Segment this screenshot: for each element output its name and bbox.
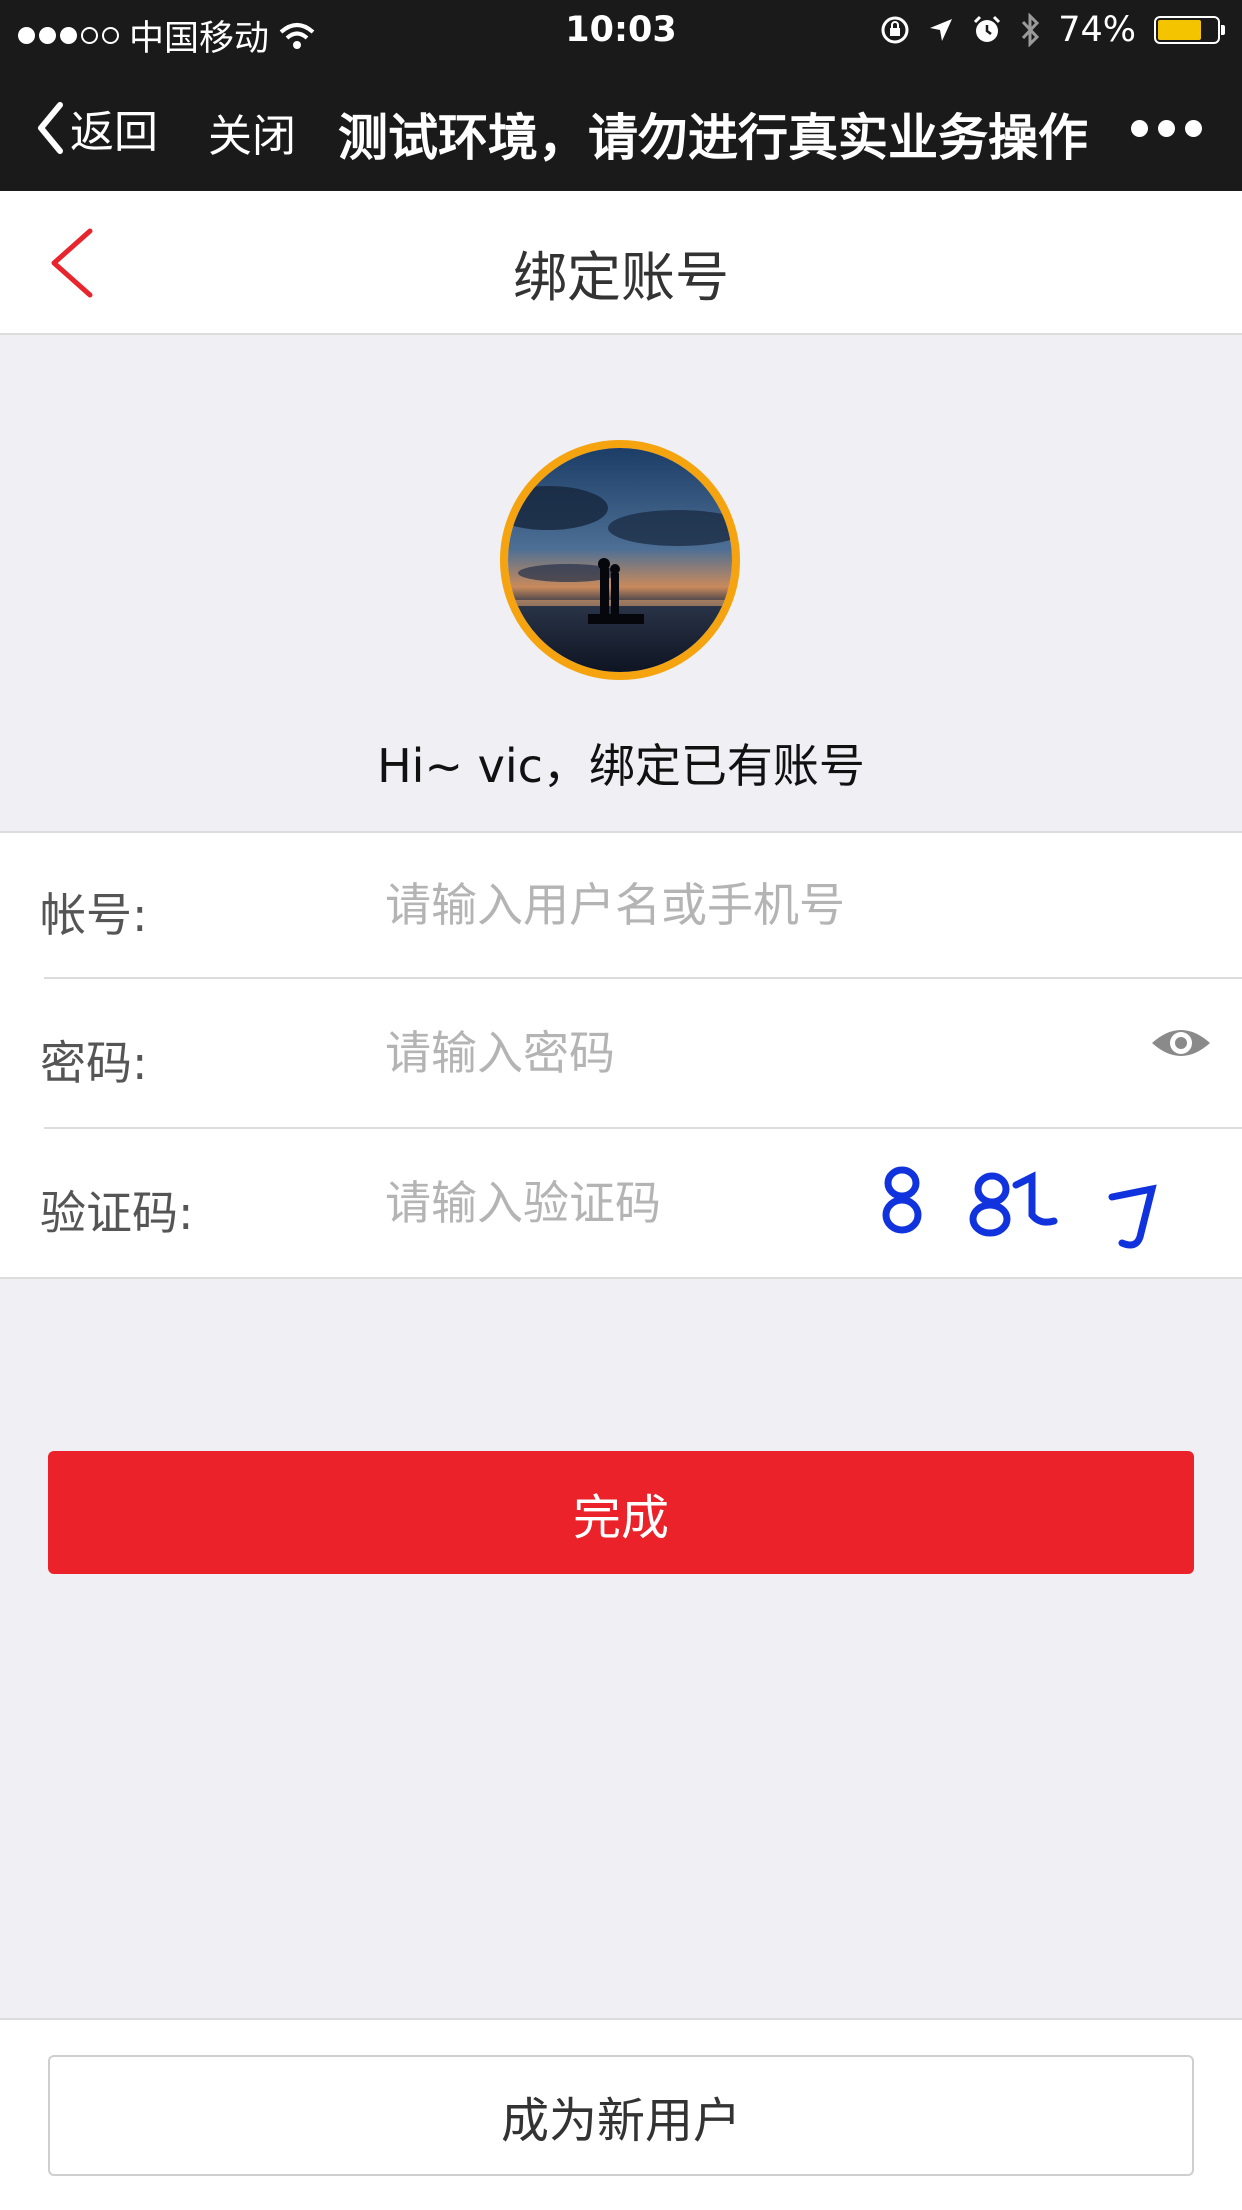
captcha-input[interactable] bbox=[385, 1167, 825, 1239]
captcha-row: 验证码: bbox=[0, 1131, 1242, 1277]
wechat-nav-bar: 返回 关闭 测试环境，请勿进行真实业务操作 bbox=[0, 62, 1242, 191]
location-icon bbox=[930, 19, 953, 41]
become-new-user-button[interactable]: 成为新用户 bbox=[48, 2055, 1194, 2176]
password-input[interactable] bbox=[385, 1017, 845, 1089]
password-label: 密码: bbox=[40, 1036, 148, 1090]
alarm-icon bbox=[974, 15, 1001, 42]
bind-account-form: 帐号: 密码: 验证码: bbox=[0, 831, 1242, 1279]
avatar-image bbox=[508, 448, 732, 672]
account-input[interactable] bbox=[385, 869, 1185, 941]
status-bar: 中国移动 10:03 74% bbox=[0, 0, 1242, 62]
account-label: 帐号: bbox=[40, 888, 148, 942]
back-button[interactable]: 返回 bbox=[36, 96, 158, 160]
more-dots-icon[interactable] bbox=[1131, 120, 1202, 137]
captcha-label: 验证码: bbox=[40, 1186, 194, 1240]
back-label: 返回 bbox=[70, 107, 158, 158]
page-header: 绑定账号 bbox=[0, 191, 1242, 335]
page-title: 绑定账号 bbox=[513, 246, 729, 309]
greeting-text: Hi~ vic，绑定已有账号 bbox=[377, 739, 865, 793]
done-button[interactable]: 完成 bbox=[48, 1451, 1194, 1574]
status-right: 74% bbox=[880, 10, 1225, 50]
chevron-left-icon bbox=[38, 102, 63, 154]
divider bbox=[44, 977, 1242, 979]
battery-percent: 74% bbox=[1058, 10, 1136, 50]
user-avatar bbox=[500, 440, 740, 680]
battery-icon bbox=[1154, 16, 1225, 44]
bluetooth-icon bbox=[1022, 13, 1040, 47]
eye-icon[interactable] bbox=[1150, 1023, 1212, 1063]
battery-level bbox=[1158, 20, 1201, 40]
bottom-bar: 成为新用户 bbox=[0, 2018, 1242, 2210]
divider bbox=[44, 1127, 1242, 1129]
account-row: 帐号: bbox=[0, 833, 1242, 979]
captcha-image[interactable] bbox=[860, 1145, 1170, 1263]
orientation-lock-icon bbox=[881, 16, 909, 44]
close-button[interactable]: 关闭 bbox=[208, 100, 296, 164]
password-row: 密码: bbox=[0, 981, 1242, 1127]
webview-title: 测试环境，请勿进行真实业务操作 bbox=[338, 109, 1088, 167]
